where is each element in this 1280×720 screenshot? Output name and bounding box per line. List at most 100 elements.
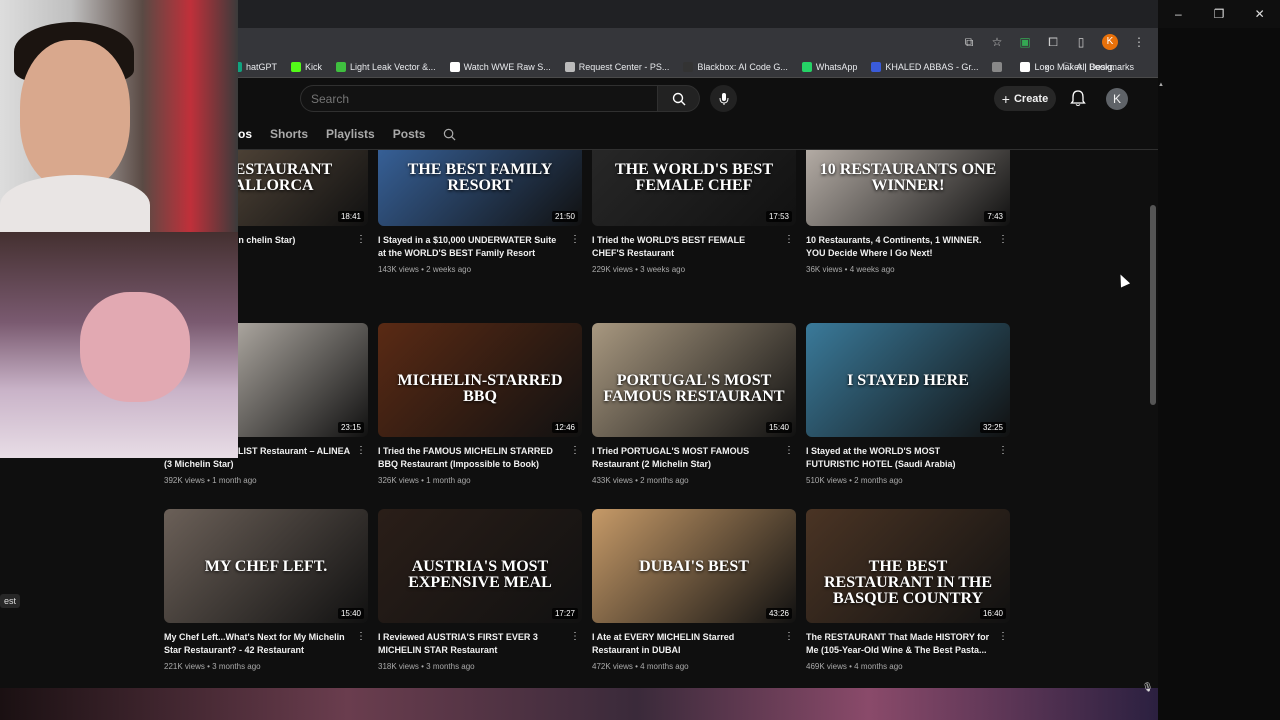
bookmark-item[interactable]: Blackbox: AI Code G... bbox=[683, 61, 788, 72]
more-actions-icon[interactable]: ⋮ bbox=[356, 234, 366, 245]
video-title[interactable]: I Tried the WORLD'S BEST FEMALE CHEF'S R… bbox=[592, 234, 796, 260]
video-thumbnail[interactable]: THE WORLD'S BEST FEMALE CHEF 17:53 bbox=[592, 150, 796, 226]
video-meta: 229K views • 3 weeks ago bbox=[592, 265, 686, 274]
video-title[interactable]: I Stayed at the WORLD'S MOST FUTURISTIC … bbox=[806, 445, 1010, 471]
profile-avatar[interactable]: K bbox=[1102, 34, 1118, 50]
video-card[interactable]: MICHELIN-STARRED BBQ 12:46 I Tried the FAM… bbox=[378, 323, 582, 485]
bookmark-favicon-icon bbox=[1020, 61, 1031, 72]
video-title[interactable]: The RESTAURANT That Made HISTORY for Me … bbox=[806, 631, 1010, 657]
video-title[interactable]: I Tried PORTUGAL'S MOST FAMOUS Restauran… bbox=[592, 445, 796, 471]
channel-search-icon[interactable] bbox=[443, 128, 456, 141]
more-actions-icon[interactable]: ⋮ bbox=[784, 234, 794, 245]
video-card[interactable]: THE WORLD'S BEST FEMALE CHEF 17:53 I Tried… bbox=[592, 150, 796, 274]
tab-playlists[interactable]: Playlists bbox=[326, 127, 375, 141]
bookmark-star-icon[interactable]: ☆ bbox=[990, 35, 1004, 49]
bookmark-item[interactable]: Light Leak Vector &... bbox=[336, 61, 436, 72]
notifications-bell-icon[interactable] bbox=[1070, 89, 1086, 107]
more-actions-icon[interactable]: ⋮ bbox=[570, 445, 580, 456]
video-card[interactable]: PORTUGAL'S MOST FAMOUS RESTAURANT 15:40 I … bbox=[592, 323, 796, 485]
minimize-icon[interactable]: – bbox=[1158, 0, 1199, 28]
tab-shorts[interactable]: Shorts bbox=[270, 127, 308, 141]
user-avatar[interactable]: K bbox=[1106, 88, 1128, 110]
video-meta: 392K views • 1 month ago bbox=[164, 476, 257, 485]
more-actions-icon[interactable]: ⋮ bbox=[784, 445, 794, 456]
channel-tabs: os Shorts Playlists Posts bbox=[238, 119, 1158, 150]
all-bookmarks-button[interactable]: 🗀 All Bookmarks bbox=[1063, 59, 1134, 75]
video-thumbnail[interactable]: MICHELIN-STARRED BBQ 12:46 bbox=[378, 323, 582, 437]
voice-search-button[interactable] bbox=[710, 85, 737, 112]
scroll-up-icon[interactable]: ▲ bbox=[1158, 82, 1164, 88]
video-card[interactable]: I STAYED HERE 32:25 I Stayed at the WORLD'… bbox=[806, 323, 1010, 485]
more-actions-icon[interactable]: ⋮ bbox=[356, 445, 366, 456]
thumbnail-overlay-text: MY CHEF LEFT. bbox=[204, 558, 328, 575]
video-card[interactable]: AUSTRIA'S MOST EXPENSIVE MEAL 17:27 I Revi… bbox=[378, 509, 582, 671]
webcam-top-panel bbox=[0, 0, 238, 235]
menu-kebab-icon[interactable]: ⋮ bbox=[1132, 35, 1146, 49]
bookmark-item[interactable]: Watch WWE Raw S... bbox=[449, 61, 551, 72]
create-button[interactable]: + Create bbox=[994, 86, 1056, 111]
video-thumbnail[interactable]: 10 RESTAURANTS ONE WINNER! 7:43 bbox=[806, 150, 1010, 226]
extensions-puzzle-icon[interactable]: ⧠ bbox=[1046, 35, 1060, 49]
more-actions-icon[interactable]: ⋮ bbox=[356, 631, 366, 642]
video-title[interactable]: 10 Restaurants, 4 Continents, 1 WINNER. … bbox=[806, 234, 1010, 260]
install-app-icon[interactable]: ⧉ bbox=[962, 35, 976, 49]
video-card[interactable]: DUBAI'S BEST 43:26 I Ate at EVERY MICHELIN… bbox=[592, 509, 796, 671]
search-icon bbox=[672, 92, 685, 105]
video-title[interactable]: I Stayed in a $10,000 UNDERWATER Suite a… bbox=[378, 234, 582, 260]
bookmark-label: Kick bbox=[305, 61, 323, 72]
page-scrollbar[interactable] bbox=[1150, 205, 1156, 405]
video-thumbnail[interactable]: DUBAI'S BEST 43:26 bbox=[592, 509, 796, 623]
bookmark-favicon-icon bbox=[449, 61, 460, 72]
video-meta: 326K views • 1 month ago bbox=[378, 476, 471, 485]
video-thumbnail[interactable]: THE BEST FAMILY RESORT 21:50 bbox=[378, 150, 582, 226]
page-right-gutter: ▲ bbox=[1158, 28, 1280, 720]
video-title[interactable]: I Ate at EVERY MICHELIN Starred Restaura… bbox=[592, 631, 796, 657]
bookmark-item[interactable]: KHALED ABBAS - Gr... bbox=[871, 61, 978, 72]
thumbnail-overlay-text: DUBAI'S BEST bbox=[639, 558, 749, 575]
more-actions-icon[interactable]: ⋮ bbox=[998, 445, 1008, 456]
tab-posts[interactable]: Posts bbox=[393, 127, 426, 141]
video-thumbnail[interactable]: MY CHEF LEFT. 15:40 bbox=[164, 509, 368, 623]
bookmarks-overflow-icon[interactable]: » bbox=[1044, 62, 1049, 72]
bookmark-item[interactable]: Request Center - PS... bbox=[564, 61, 669, 72]
video-thumbnail[interactable]: PORTUGAL'S MOST FAMOUS RESTAURANT 15:40 bbox=[592, 323, 796, 437]
bookmark-item[interactable]: WhatsApp bbox=[801, 61, 858, 72]
close-icon[interactable]: ✕ bbox=[1239, 0, 1280, 28]
video-title[interactable]: I Reviewed AUSTRIA'S FIRST EVER 3 MICHEL… bbox=[378, 631, 582, 657]
more-actions-icon[interactable]: ⋮ bbox=[570, 631, 580, 642]
video-card[interactable]: 10 RESTAURANTS ONE WINNER! 7:43 10 Restaur… bbox=[806, 150, 1010, 274]
bookmark-label: WhatsApp bbox=[815, 61, 858, 72]
more-actions-icon[interactable]: ⋮ bbox=[998, 631, 1008, 642]
thumbnail-overlay-text: AUSTRIA'S MOST EXPENSIVE MEAL bbox=[408, 558, 552, 591]
webcam-person-hand bbox=[80, 292, 190, 402]
search-button[interactable] bbox=[658, 85, 700, 112]
tab-videos[interactable]: os bbox=[238, 127, 252, 141]
bookmark-item[interactable] bbox=[992, 61, 1006, 72]
video-thumbnail[interactable]: I STAYED HERE 32:25 bbox=[806, 323, 1010, 437]
video-card[interactable]: MY CHEF LEFT. 15:40 My Chef Left...What's … bbox=[164, 509, 368, 671]
more-actions-icon[interactable]: ⋮ bbox=[784, 631, 794, 642]
video-duration: 18:41 bbox=[337, 211, 364, 222]
maximize-icon[interactable]: ❐ bbox=[1199, 0, 1240, 28]
sidebar-partial-item[interactable]: est bbox=[0, 594, 21, 608]
video-duration: 17:27 bbox=[551, 608, 578, 619]
folder-icon: 🗀 bbox=[1063, 61, 1073, 71]
video-duration: 21:50 bbox=[551, 211, 578, 222]
bookmark-label: Light Leak Vector &... bbox=[350, 61, 436, 72]
video-card[interactable]: THE BEST FAMILY RESORT 21:50 I Stayed in a… bbox=[378, 150, 582, 274]
video-thumbnail[interactable]: AUSTRIA'S MOST EXPENSIVE MEAL 17:27 bbox=[378, 509, 582, 623]
more-actions-icon[interactable]: ⋮ bbox=[998, 234, 1008, 245]
bookmark-item[interactable]: hatGPT bbox=[232, 61, 278, 72]
video-title[interactable]: I Tried the FAMOUS MICHELIN STARRED BBQ … bbox=[378, 445, 582, 471]
bookmark-item[interactable]: Kick bbox=[291, 61, 323, 72]
bookmark-favicon-icon bbox=[564, 61, 575, 72]
video-title[interactable]: My Chef Left...What's Next for My Michel… bbox=[164, 631, 368, 657]
video-thumbnail[interactable]: THE BEST RESTAURANT IN THE BASQUE COUNTR… bbox=[806, 509, 1010, 623]
bookmark-label: hatGPT bbox=[246, 61, 278, 72]
more-actions-icon[interactable]: ⋮ bbox=[570, 234, 580, 245]
search-input[interactable] bbox=[311, 92, 631, 106]
video-card[interactable]: THE BEST RESTAURANT IN THE BASQUE COUNTR… bbox=[806, 509, 1010, 671]
window-controls: – ❐ ✕ bbox=[1158, 0, 1280, 28]
side-panel-icon[interactable]: ▯ bbox=[1074, 35, 1088, 49]
extension-icon[interactable]: ▣ bbox=[1018, 35, 1032, 49]
